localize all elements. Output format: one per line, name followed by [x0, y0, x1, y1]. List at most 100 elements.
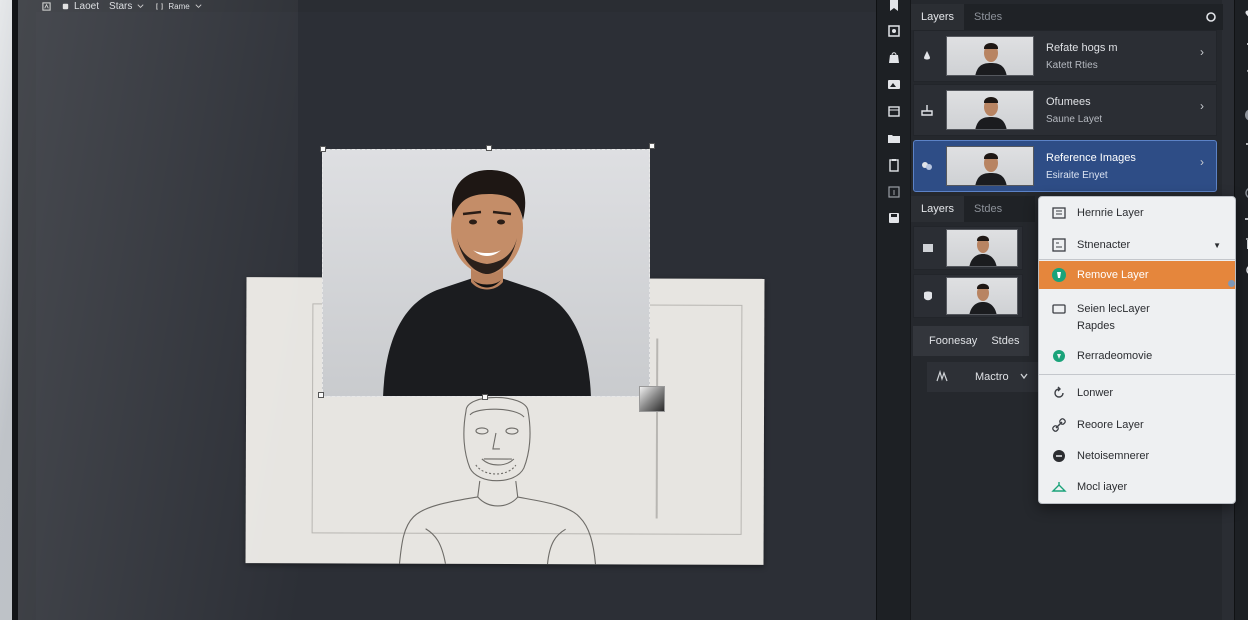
menu-item-label: Stnenacter [1077, 239, 1131, 251]
remove-icon [1052, 268, 1066, 282]
menu-divider [1039, 259, 1235, 260]
mask-icon[interactable] [914, 290, 942, 302]
menu-item-label: Reoore Layer [1077, 419, 1144, 431]
layer-thumbnail [946, 90, 1034, 130]
panel-tabs-top: Layers Stdes [911, 4, 1223, 30]
menu-item-lower[interactable]: Lonwer [1039, 379, 1235, 407]
layer-row[interactable]: Refate hogs m Katett Rties › [913, 30, 1217, 82]
menu-item-rame[interactable]: Rame [155, 2, 202, 11]
menu-item-noise[interactable]: Netoisemnerer [1039, 442, 1235, 470]
tab-styles[interactable]: Stdes [964, 196, 1012, 222]
reference-photo[interactable] [322, 149, 650, 397]
menu-item-label: Hernrie Layer [1077, 207, 1144, 219]
menu-item-label: Remove Layer [1077, 269, 1149, 281]
layer-thumbnail [946, 277, 1018, 315]
app-screen: Laoet Stars Rame Layers Stdes Refate hog… [12, 0, 1248, 620]
bookmark-icon[interactable] [885, 0, 903, 14]
menu-label: Laoet [74, 0, 100, 12]
panel-tabs-mid: Layers Stdes [911, 196, 1035, 222]
transform-handle[interactable] [482, 394, 488, 400]
menu-item-stars[interactable]: Stars [109, 1, 145, 12]
layer-thumbnail [946, 229, 1018, 267]
folder-icon[interactable] [885, 129, 903, 147]
layer-row-selected[interactable]: Reference Images Esiraite Enyet › [913, 140, 1217, 192]
rectangle-icon [1052, 304, 1066, 314]
layer-row[interactable]: Ofumees Saune Layet › [913, 84, 1217, 136]
transform-handle[interactable] [320, 146, 326, 152]
resize-corner-handle[interactable] [639, 386, 665, 412]
frame-icon[interactable] [885, 22, 903, 40]
small-layer-row[interactable] [913, 274, 1023, 318]
pin-icon[interactable] [1242, 32, 1248, 50]
brush-icon[interactable] [935, 369, 949, 386]
line-icon[interactable] [1242, 210, 1248, 228]
canvas-area[interactable] [36, 12, 876, 620]
drop-icon[interactable] [914, 50, 940, 62]
menu-item-select-layer[interactable]: Seien lecLayer Rapdes [1039, 301, 1235, 339]
align-icon[interactable] [1242, 130, 1248, 148]
app-logo-icon[interactable] [42, 1, 51, 11]
panel-scroll-handle[interactable] [1228, 280, 1235, 287]
chevron-down-icon[interactable] [1019, 371, 1029, 384]
right-icon-strip [1234, 0, 1248, 620]
tray-icon[interactable] [914, 104, 940, 116]
layer-thumbnail [946, 36, 1034, 76]
monitor-bezel: Laoet Stars Rame Layers Stdes Refate hog… [0, 0, 1248, 620]
face-icon[interactable] [1242, 106, 1248, 124]
menu-item-remove-movie[interactable]: Rerradeomovie [1039, 342, 1235, 370]
menu-item-label: Netoisemnerer [1077, 450, 1150, 462]
menu-divider [1039, 374, 1235, 375]
tab-styles[interactable]: Stdes [964, 4, 1012, 30]
pen-icon[interactable] [1242, 58, 1248, 76]
control-label[interactable]: Mactro [975, 371, 1009, 383]
chevron-right-icon[interactable]: › [1200, 99, 1204, 113]
menu-item-label: Seien lecLayer [1077, 303, 1150, 315]
menu-item-rename-layer[interactable]: Hernrie Layer [1039, 199, 1235, 227]
location-icon[interactable] [1242, 262, 1248, 280]
panel-toolbar: Foonesay Stdes [913, 326, 1029, 356]
group-icon[interactable] [914, 160, 940, 172]
panel-control-row: Mactro [927, 362, 1039, 392]
marker-icon[interactable] [1242, 156, 1248, 174]
calendar-icon[interactable] [885, 102, 903, 120]
info-icon[interactable] [885, 183, 903, 201]
needle-icon[interactable] [1242, 88, 1248, 106]
bag-icon[interactable] [885, 48, 903, 66]
menu-item-remove-layer[interactable]: Remove Layer [1039, 261, 1235, 289]
tool-strip [876, 0, 910, 620]
circle-icon[interactable] [1205, 10, 1217, 28]
menu-item-label: Mocl iayer [1077, 481, 1128, 493]
link-icon [1052, 418, 1066, 432]
transform-handle[interactable] [649, 143, 655, 149]
target-icon[interactable] [1242, 184, 1248, 202]
menu-item-restore-layer[interactable]: Reoore Layer [1039, 411, 1235, 439]
menu-item-label: Rerradeomovie [1077, 350, 1153, 362]
chevron-right-icon[interactable]: › [1200, 45, 1204, 59]
image-icon[interactable] [885, 75, 903, 93]
chevron-right-icon[interactable]: › [1200, 155, 1204, 169]
small-layer-row[interactable] [913, 226, 1023, 270]
menu-item-mock-layer[interactable]: Mocl iayer [1039, 473, 1235, 501]
heart-icon[interactable] [1242, 6, 1248, 24]
layer-icon [1052, 207, 1066, 219]
layer-thumbnail [946, 146, 1034, 186]
tab-layers[interactable]: Layers [911, 196, 965, 222]
transform-handle[interactable] [486, 145, 492, 151]
cup-icon [62, 3, 69, 9]
rotate-icon [1054, 386, 1064, 398]
dropdown-arrow-icon: ▼ [1213, 240, 1221, 250]
square-icon[interactable] [914, 242, 942, 254]
clipboard-icon[interactable] [885, 156, 903, 174]
tab-foonesay[interactable]: Foonesay [929, 335, 977, 347]
menu-item-layer[interactable]: Laoet [61, 1, 99, 12]
layer-subtitle: Katett Rties [1046, 59, 1098, 71]
trash-icon[interactable] [1242, 234, 1248, 252]
hanger-icon [1051, 482, 1067, 492]
menu-item-character[interactable]: Stnenacter ▼ [1039, 231, 1235, 259]
tab-layers[interactable]: Layers [911, 4, 965, 30]
save-icon[interactable] [885, 209, 903, 227]
tab-stdes[interactable]: Stdes [991, 335, 1019, 347]
transform-handle[interactable] [318, 392, 324, 398]
layer-title: Refate hogs m [1046, 41, 1118, 54]
layout-icon [1052, 238, 1066, 252]
